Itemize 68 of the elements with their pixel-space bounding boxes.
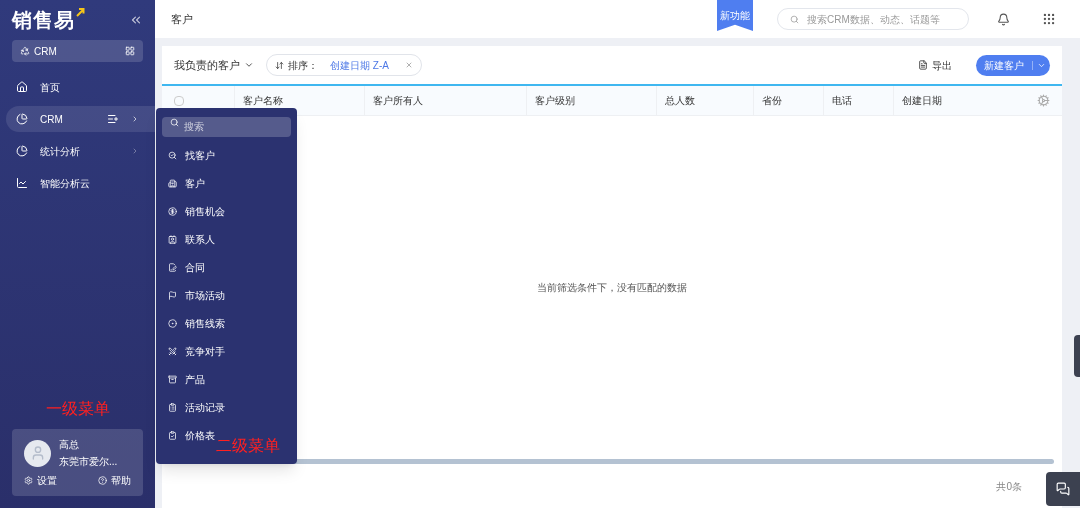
side-tab[interactable]	[1074, 335, 1080, 377]
clipboard-icon	[168, 430, 177, 440]
document-icon	[918, 60, 928, 70]
column-header[interactable]: 电话	[823, 85, 893, 116]
flag-icon	[168, 290, 177, 300]
list-icon[interactable]	[107, 113, 119, 125]
arrow-icon	[75, 7, 85, 17]
column-header[interactable]: 创建日期	[893, 85, 1023, 116]
submenu-item[interactable]: 客户	[156, 169, 217, 197]
avatar	[24, 439, 51, 467]
recycle-icon	[20, 46, 30, 56]
column-header[interactable]: 客户级别	[526, 85, 656, 116]
column-header[interactable]: 省份	[753, 85, 823, 116]
caret-icon	[244, 60, 254, 70]
select-all-checkbox[interactable]	[174, 95, 184, 106]
search-icon	[790, 14, 799, 24]
nav-item[interactable]: 智能分析云	[0, 170, 155, 196]
document-icon	[168, 402, 177, 412]
page-title: 客户	[171, 11, 194, 27]
user-name: 高总	[59, 438, 80, 452]
chat-button[interactable]	[1046, 472, 1080, 506]
new-customer-button[interactable]: 新建客户	[976, 54, 1050, 76]
submenu-item[interactable]: 联系人	[156, 225, 227, 253]
new-feature-badge[interactable]: 新功能	[717, 0, 753, 31]
help-icon	[98, 476, 107, 485]
crossed-swords-icon	[168, 346, 177, 356]
export-button[interactable]: 导出	[918, 57, 952, 73]
chat-icon	[1056, 482, 1070, 496]
submenu-item[interactable]: 销售机会	[156, 197, 237, 225]
view-selector[interactable]: 我负责的客户	[174, 56, 254, 74]
submenu-item[interactable]: 市场活动	[156, 281, 237, 309]
total-count: 共0条	[996, 479, 1022, 494]
help-link[interactable]: 帮助	[98, 473, 131, 488]
column-header[interactable]: 总人数	[656, 85, 753, 116]
submenu-item[interactable]: 合同	[156, 253, 217, 281]
company-name: 东莞市爱尔...	[59, 455, 118, 469]
nav-item[interactable]: 首页	[0, 74, 155, 100]
gear-icon	[24, 476, 33, 485]
pie-chart-icon	[16, 145, 28, 157]
logo: 销售易	[12, 8, 75, 33]
line-chart-icon	[16, 177, 28, 189]
nav-item[interactable]: 统计分析	[0, 138, 155, 164]
search-icon	[168, 150, 177, 160]
sort-icon	[275, 60, 284, 70]
box-icon	[168, 374, 177, 384]
submenu-item[interactable]: 活动记录	[156, 393, 237, 421]
dollar-icon	[168, 206, 177, 216]
search-icon	[170, 118, 179, 127]
app-name: CRM	[34, 44, 58, 59]
app-switcher[interactable]: CRM	[12, 40, 143, 62]
submenu-item[interactable]: 找客户	[156, 141, 227, 169]
contact-card-icon	[168, 234, 177, 244]
empty-message: 当前筛选条件下，没有匹配的数据	[537, 281, 687, 295]
collapse-icon[interactable]	[129, 13, 143, 27]
circle-icon	[168, 318, 177, 328]
submenu-item[interactable]: 销售线索	[156, 309, 237, 337]
document-icon	[168, 262, 177, 272]
apps-grid-icon[interactable]	[1042, 12, 1056, 26]
submenu-item[interactable]: 产品	[156, 365, 217, 393]
settings-link[interactable]: 设置	[24, 473, 57, 488]
submenu-item[interactable]: 竞争对手	[156, 337, 237, 365]
building-icon	[168, 178, 177, 188]
home-icon	[16, 81, 28, 93]
bell-icon[interactable]	[997, 12, 1010, 26]
nav-item[interactable]: CRM	[6, 106, 155, 132]
grid-icon[interactable]	[125, 46, 135, 56]
annotation-label: 一级菜单	[45, 399, 110, 419]
column-header[interactable]: 客户所有人	[364, 85, 526, 116]
